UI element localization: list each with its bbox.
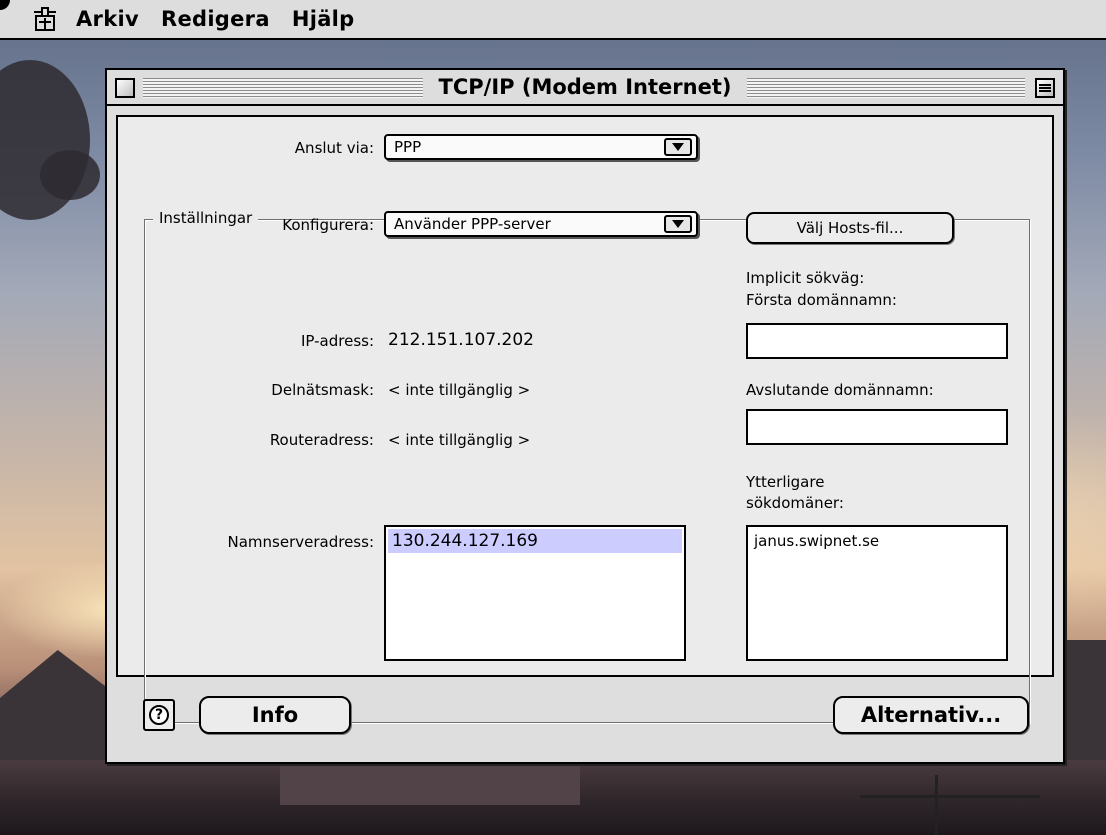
help-button[interactable]: ? xyxy=(143,699,175,731)
extra-domains-label-line2: sökdomäner: xyxy=(746,494,844,512)
popup-arrow-icon xyxy=(664,215,692,233)
tcpip-window: TCP/IP (Modem Internet) Anslut via: PPP … xyxy=(105,68,1065,764)
menu-bar: Arkiv Redigera Hjälp xyxy=(0,0,1106,40)
menu-hjalp[interactable]: Hjälp xyxy=(292,7,355,31)
window-title: TCP/IP (Modem Internet) xyxy=(107,75,1063,99)
connect-via-value: PPP xyxy=(394,138,422,156)
screen-corner xyxy=(0,0,10,10)
window-content: Anslut via: PPP Inställningar Konfigurer… xyxy=(107,106,1063,762)
popup-arrow-icon xyxy=(664,138,692,156)
ip-address-value: 212.151.107.202 xyxy=(388,330,535,350)
menu-arkiv[interactable]: Arkiv xyxy=(76,7,139,31)
info-button[interactable]: Info xyxy=(199,696,351,734)
help-icon: ? xyxy=(149,705,169,725)
ip-address-label: IP-adress: xyxy=(300,332,374,350)
router-address-label: Routeradress: xyxy=(269,431,374,449)
subnet-mask-value: < inte tillgänglig > xyxy=(388,381,531,399)
extra-domains-list[interactable]: janus.swipnet.se xyxy=(746,525,1008,661)
first-domain-field[interactable] xyxy=(746,323,1008,359)
configure-value: Använder PPP-server xyxy=(394,215,551,233)
configure-label: Konfigurera: xyxy=(282,216,374,234)
configure-popup[interactable]: Använder PPP-server xyxy=(384,211,698,237)
extra-domain-row[interactable]: janus.swipnet.se xyxy=(750,529,1004,553)
first-domain-label: Första domännamn: xyxy=(746,291,897,309)
menu-redigera[interactable]: Redigera xyxy=(161,7,270,31)
options-button[interactable]: Alternativ... xyxy=(833,696,1029,734)
extra-domains-label-line1: Ytterligare xyxy=(746,473,825,491)
tcpip-app-icon[interactable] xyxy=(32,6,58,32)
trailing-domain-field[interactable] xyxy=(746,409,1008,445)
settings-panel: Anslut via: PPP Inställningar Konfigurer… xyxy=(116,115,1054,723)
router-address-value: < inte tillgänglig > xyxy=(388,431,531,449)
trailing-domain-label: Avslutande domännamn: xyxy=(746,381,934,399)
collapse-box[interactable] xyxy=(1035,78,1055,98)
implicit-search-label: Implicit sökväg: xyxy=(746,269,865,287)
nameserver-row[interactable]: 130.244.127.169 xyxy=(388,529,682,553)
connect-via-label: Anslut via: xyxy=(294,139,374,157)
connect-via-popup[interactable]: PPP xyxy=(384,134,698,160)
nameserver-list[interactable]: 130.244.127.169 xyxy=(384,525,686,661)
nameserver-label: Namnserveradress: xyxy=(227,533,374,551)
window-titlebar[interactable]: TCP/IP (Modem Internet) xyxy=(107,70,1063,106)
select-hosts-file-button[interactable]: Välj Hosts-fil... xyxy=(746,212,954,244)
subnet-mask-label: Delnätsmask: xyxy=(271,381,374,399)
